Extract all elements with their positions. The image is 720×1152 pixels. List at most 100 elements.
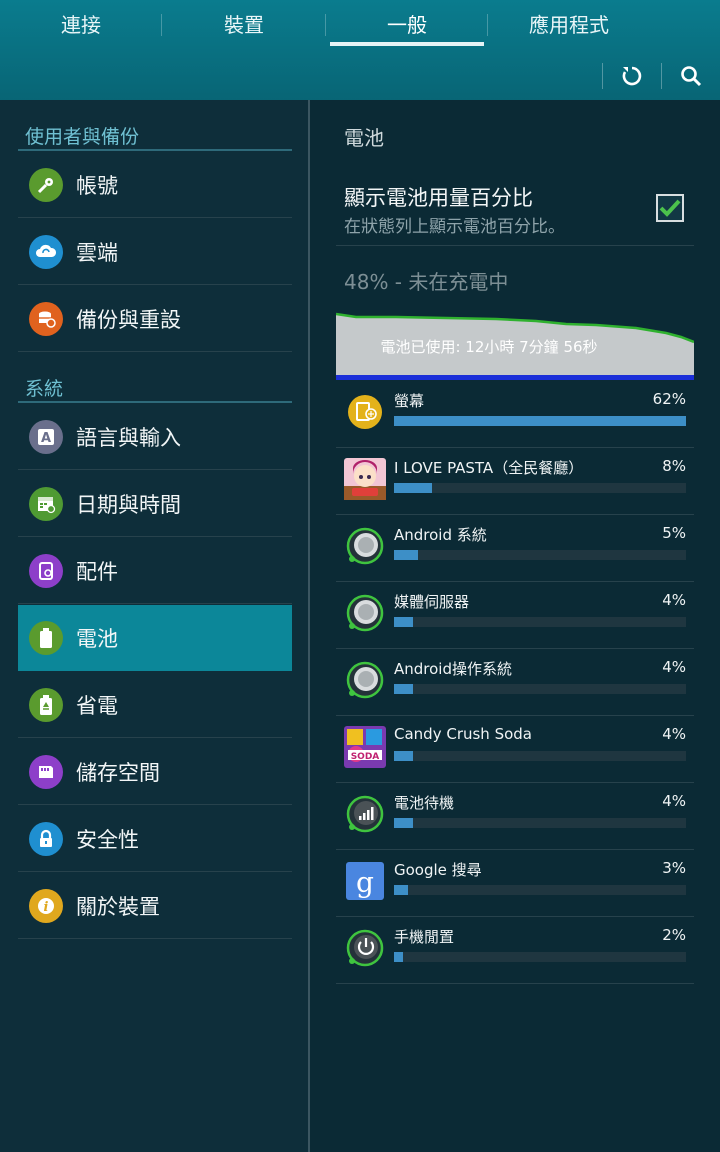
usage-row[interactable]: 螢幕 62% [336, 381, 694, 448]
google-search-icon: g [344, 860, 386, 902]
android-system-icon [344, 525, 386, 567]
sidebar-item-label: 關於裝置 [76, 894, 160, 919]
usage-row[interactable]: Android 系統 5% [336, 515, 694, 582]
usage-bar-track [394, 952, 686, 962]
usage-bar-track [394, 617, 686, 627]
section-divider [18, 149, 292, 151]
tab-device[interactable]: 裝置 [162, 0, 326, 48]
usage-bar-fill [394, 952, 404, 962]
usage-row[interactable]: SODA Candy Crush Soda 4% [336, 716, 694, 783]
usage-bar-track [394, 550, 686, 560]
sidebar-item-about-device[interactable]: i 關於裝置 [18, 873, 292, 939]
usage-row[interactable]: g Google 搜尋 3% [336, 850, 694, 917]
usage-row[interactable]: 手機閒置 2% [336, 917, 694, 984]
tab-label: 連接 [61, 13, 101, 37]
settings-sidebar: 使用者與備份 帳號 雲端 備份與重設 系統 A 語言與輸入 日期與時間 配件 電… [0, 100, 308, 1152]
app-name: Candy Crush Soda [394, 725, 532, 743]
usage-bar-track [394, 416, 686, 426]
sidebar-item-cloud[interactable]: 雲端 [18, 219, 292, 285]
sidebar-item-label: 省電 [76, 693, 118, 718]
storage-icon [29, 754, 63, 789]
usage-bar-track [394, 818, 686, 828]
active-tab-indicator [330, 42, 484, 46]
usage-bar-fill [394, 416, 686, 426]
show-battery-percent-setting[interactable]: 顯示電池用量百分比 在狀態列上顯示電池百分比。 [336, 170, 694, 246]
usage-row[interactable]: 媒體伺服器 4% [336, 582, 694, 649]
tab-label: 裝置 [224, 13, 264, 37]
usage-bar-track [394, 885, 686, 895]
top-header: 連接 裝置 一般 應用程式 [0, 0, 720, 100]
app-name: 媒體伺服器 [394, 593, 470, 611]
svg-text:g: g [356, 866, 374, 899]
battery-status: 48% - 未在充電中 [344, 270, 509, 294]
usage-bar-fill [394, 684, 413, 694]
search-icon [681, 66, 702, 87]
sidebar-item-accessories[interactable]: 配件 [18, 538, 292, 604]
sidebar-item-storage[interactable]: 儲存空間 [18, 739, 292, 805]
language-icon: A [29, 419, 63, 454]
header-actions [602, 56, 720, 96]
tab-label: 應用程式 [529, 13, 609, 37]
sidebar-item-accounts[interactable]: 帳號 [18, 152, 292, 218]
info-icon: i [29, 888, 63, 923]
app-name: Google 搜尋 [394, 861, 482, 879]
battery-detail-pane: 電池 顯示電池用量百分比 在狀態列上顯示電池百分比。 48% - 未在充電中 電… [310, 100, 720, 1152]
usage-percent: 62% [652, 390, 686, 408]
app-name: I LOVE PASTA（全民餐廳） [394, 459, 584, 477]
usage-bar-fill [394, 818, 413, 828]
usage-row[interactable]: 電池待機 4% [336, 783, 694, 850]
sidebar-item-security[interactable]: 安全性 [18, 806, 292, 872]
cell-standby-icon [344, 793, 386, 835]
usage-percent: 4% [662, 725, 686, 743]
page-title: 電池 [344, 126, 384, 150]
phone-idle-icon [344, 927, 386, 969]
usage-bar-track [394, 483, 686, 493]
candy-crush-icon: SODA [344, 726, 386, 768]
svg-text:A: A [41, 431, 51, 446]
refresh-button[interactable] [603, 56, 661, 96]
usage-row[interactable]: I LOVE PASTA（全民餐廳） 8% [336, 448, 694, 515]
usage-percent: 4% [662, 658, 686, 676]
usage-bar-fill [394, 751, 413, 761]
sidebar-item-battery[interactable]: 電池 [18, 605, 292, 671]
app-name: 手機閒置 [394, 928, 455, 946]
usage-percent: 4% [662, 792, 686, 810]
checkmark-icon [659, 199, 681, 217]
sidebar-item-label: 配件 [76, 559, 118, 584]
tab-label: 一般 [387, 13, 427, 37]
sidebar-item-label: 日期與時間 [76, 492, 181, 517]
usage-bar-fill [394, 885, 409, 895]
backup-icon [29, 301, 63, 336]
sidebar-item-power-saving[interactable]: 省電 [18, 672, 292, 738]
tab-general[interactable]: 一般 [326, 0, 488, 48]
usage-row[interactable]: Android操作系統 4% [336, 649, 694, 716]
usage-bar-fill [394, 617, 413, 627]
sidebar-item-label: 安全性 [76, 827, 139, 852]
tab-applications[interactable]: 應用程式 [488, 0, 650, 48]
search-button[interactable] [662, 56, 720, 96]
usage-percent: 3% [662, 859, 686, 877]
sidebar-item-date-time[interactable]: 日期與時間 [18, 471, 292, 537]
sidebar-item-label: 語言與輸入 [76, 425, 181, 450]
screen-icon [344, 391, 386, 433]
tab-connections[interactable]: 連接 [0, 0, 162, 48]
media-server-icon [344, 592, 386, 634]
section-title-system: 系統 [25, 378, 64, 400]
show-percent-checkbox[interactable] [656, 194, 684, 222]
power-saving-icon [29, 687, 63, 722]
sidebar-item-label: 雲端 [76, 240, 118, 265]
sidebar-item-label: 帳號 [76, 173, 118, 198]
battery-icon [29, 621, 63, 655]
setting-subtitle: 在狀態列上顯示電池百分比。 [344, 217, 565, 237]
sidebar-item-backup-reset[interactable]: 備份與重設 [18, 286, 292, 352]
android-os-icon [344, 659, 386, 701]
accessory-icon [29, 553, 63, 588]
pasta-game-icon [344, 458, 386, 500]
sidebar-item-label: 儲存空間 [76, 760, 160, 785]
app-name: 螢幕 [394, 392, 425, 410]
section-title-user-backup: 使用者與備份 [25, 126, 140, 148]
app-name: 電池待機 [394, 794, 455, 812]
sidebar-item-label: 電池 [76, 627, 118, 651]
app-name: Android操作系統 [394, 660, 512, 678]
sidebar-item-language-input[interactable]: A 語言與輸入 [18, 404, 292, 470]
